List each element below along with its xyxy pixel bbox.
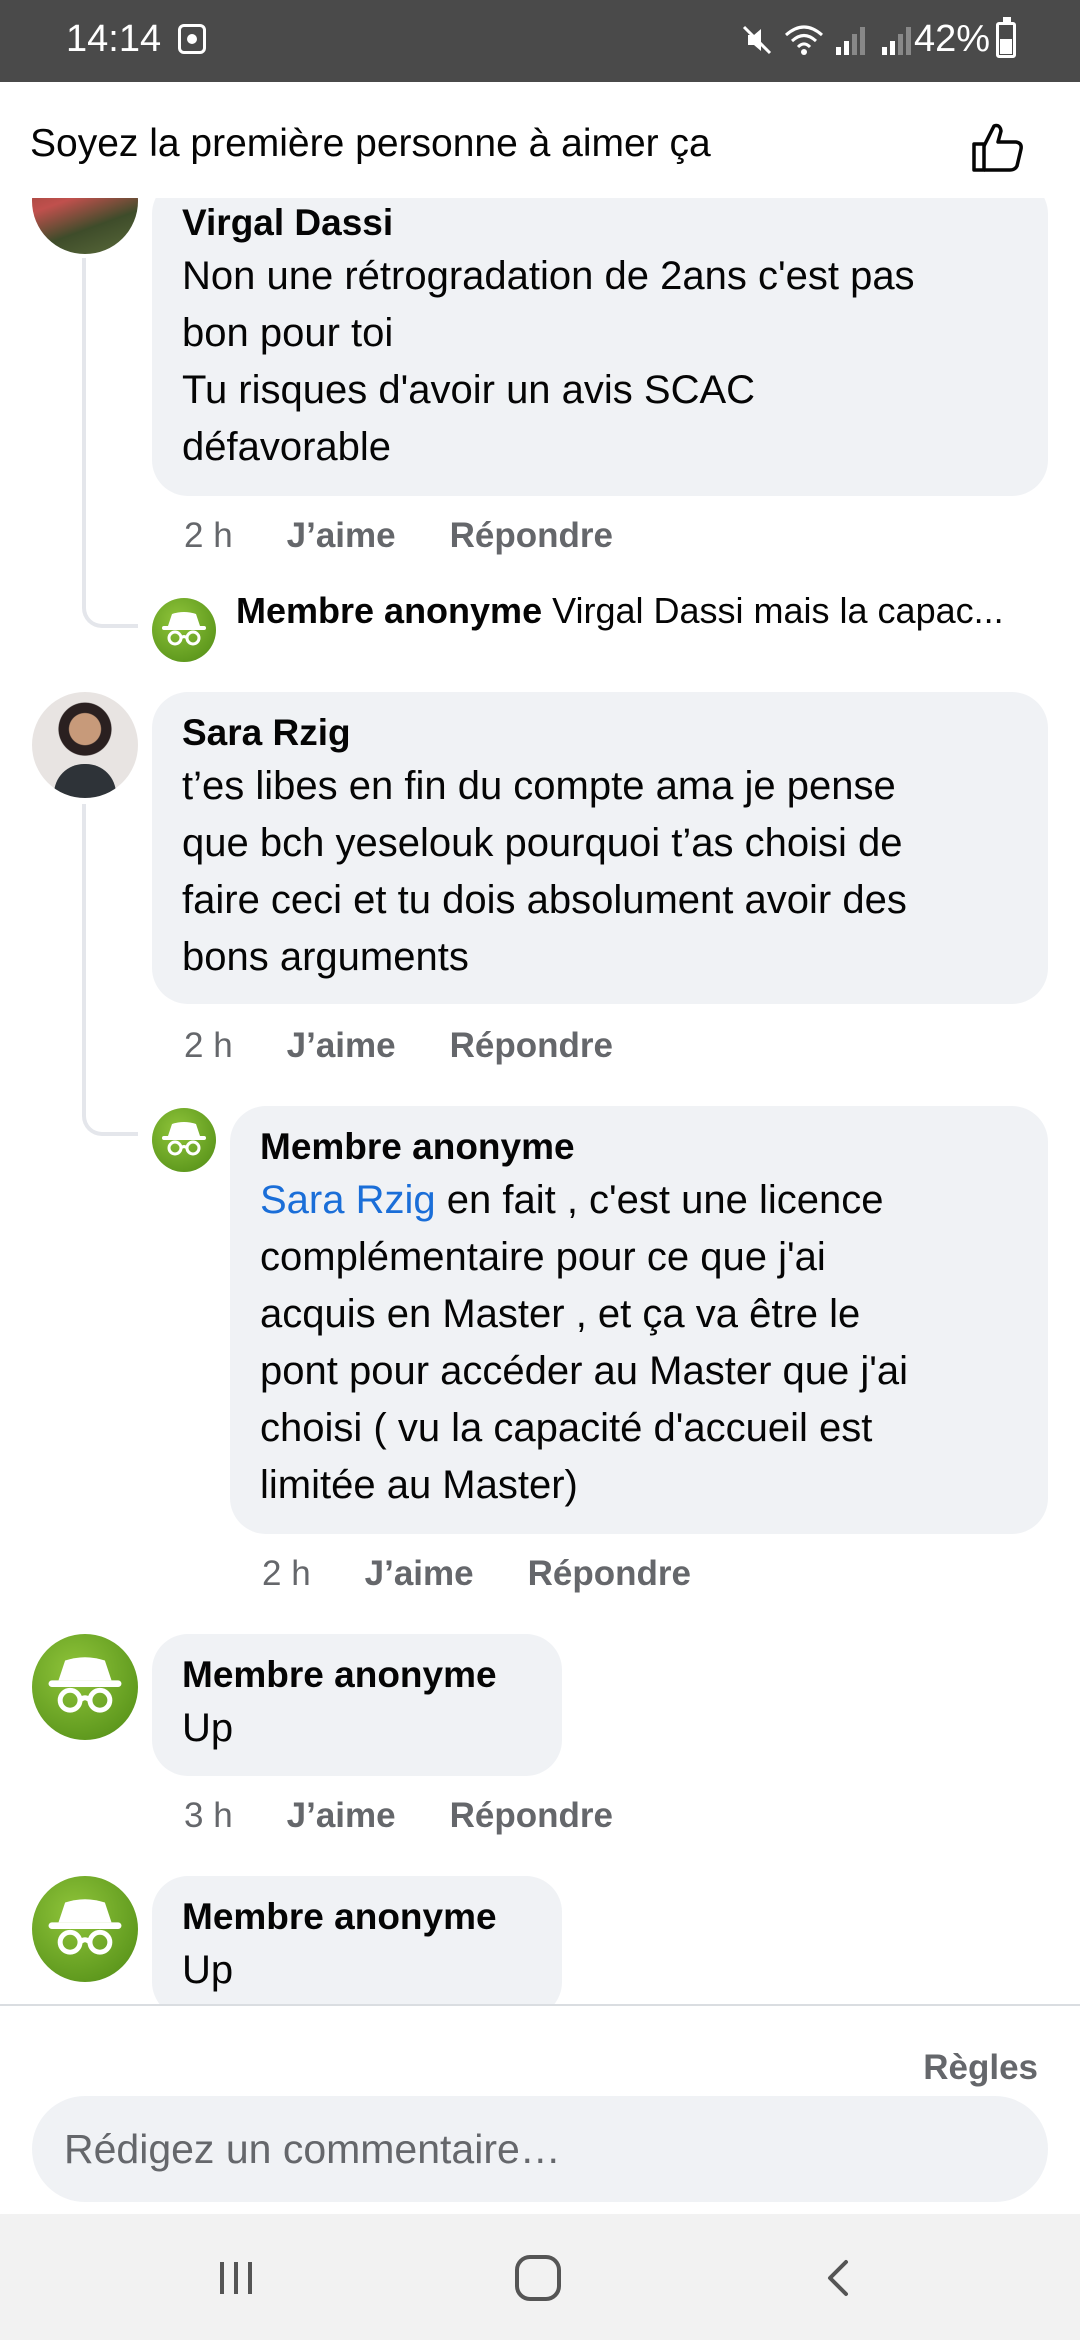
thread-line (82, 804, 138, 1136)
avatar[interactable] (152, 598, 216, 662)
like-button[interactable]: J’aime (365, 1554, 474, 1594)
back-button[interactable] (810, 2248, 870, 2308)
comments-list[interactable]: Virgal Dassi Non une rétrogradation de 2… (0, 198, 1080, 2004)
wifi-icon (785, 25, 823, 55)
like-button[interactable]: J’aime (287, 1796, 396, 1836)
comment-text: Non une rétrogradation de 2ans c'est pas… (182, 254, 915, 469)
reply-author: Membre anonyme (236, 590, 543, 631)
thumbs-up-icon[interactable] (968, 118, 1028, 178)
reply-snippet: Virgal Dassi mais la capac... (552, 590, 1004, 631)
signal-icon (836, 27, 865, 55)
incognito-icon (162, 1122, 206, 1156)
comment-text: Up (182, 1706, 234, 1750)
reply-preview[interactable]: Membre anonyme Virgal Dassi mais la capa… (236, 590, 1046, 632)
home-icon (515, 2255, 561, 2301)
comment-actions: 2 h J’aime Répondre (262, 1554, 691, 1594)
battery-icon (996, 17, 1016, 58)
comment-actions: 2 h J’aime Répondre (184, 516, 613, 556)
avatar[interactable] (32, 1634, 138, 1740)
like-button[interactable]: J’aime (287, 1026, 396, 1066)
avatar[interactable] (32, 198, 138, 254)
incognito-icon (48, 1899, 122, 1955)
reply-bubble[interactable]: Membre anonyme Sara Rzig en fait , c'est… (230, 1106, 1048, 1534)
reply-button[interactable]: Répondre (450, 1796, 613, 1836)
avatar[interactable] (152, 1108, 216, 1172)
reply-button[interactable]: Répondre (528, 1554, 691, 1594)
comment-text: t’es libes en fin du compte ama je pense… (182, 764, 907, 979)
comment-author[interactable]: Membre anonyme (182, 1650, 532, 1700)
battery-percentage: 42% (914, 18, 991, 60)
reply-button[interactable]: Répondre (450, 516, 613, 556)
comment-time: 3 h (184, 1796, 233, 1835)
comment-text: Up (182, 1948, 234, 1992)
comment-time: 2 h (262, 1554, 311, 1593)
status-bar: 14:14 42% (0, 0, 1080, 82)
comment-author[interactable]: Virgal Dassi (182, 198, 1018, 248)
comment-author[interactable]: Membre anonyme (260, 1122, 1018, 1172)
comment-actions: 2 h J’aime Répondre (184, 1026, 613, 1066)
comment-bubble[interactable]: Membre anonyme Up (152, 1634, 562, 1776)
comment-time: 2 h (184, 1026, 233, 1065)
avatar[interactable] (32, 1876, 138, 1982)
comment-bubble[interactable]: Sara Rzig t’es libes en fin du compte am… (152, 692, 1048, 1004)
reactions-header: Soyez la première personne à aimer ça (0, 82, 1080, 198)
comment-composer: Règles (0, 2004, 1080, 2214)
signal-icon-2 (882, 27, 911, 55)
comment-actions: 3 h J’aime Répondre (184, 1796, 613, 1836)
like-button[interactable]: J’aime (287, 516, 396, 556)
comment-author[interactable]: Membre anonyme (182, 1892, 532, 1942)
comment-bubble[interactable]: Membre anonyme Up (152, 1876, 562, 2004)
system-nav-bar (0, 2214, 1080, 2340)
comment-time: 2 h (184, 516, 233, 555)
recent-apps-button[interactable] (206, 2248, 266, 2308)
incognito-icon (48, 1657, 122, 1713)
mention-link[interactable]: Sara Rzig (260, 1178, 436, 1222)
notification-icon (178, 24, 206, 54)
comment-bubble[interactable]: Virgal Dassi Non une rétrogradation de 2… (152, 198, 1048, 496)
comment-input[interactable] (32, 2096, 1048, 2202)
status-time: 14:14 (66, 18, 162, 60)
reactions-summary[interactable]: Soyez la première personne à aimer ça (30, 122, 711, 166)
home-button[interactable] (508, 2248, 568, 2308)
recent-apps-icon (220, 2262, 252, 2294)
rules-link[interactable]: Règles (923, 2048, 1038, 2088)
thread-line (82, 258, 138, 628)
incognito-icon (162, 612, 206, 646)
back-icon (828, 2260, 848, 2296)
status-icons (740, 20, 916, 60)
mute-icon (742, 25, 772, 55)
comment-author[interactable]: Sara Rzig (182, 708, 1018, 758)
reply-button[interactable]: Répondre (450, 1026, 613, 1066)
comment-text: Sara Rzig en fait , c'est une licence co… (260, 1178, 909, 1507)
avatar[interactable] (32, 692, 138, 798)
